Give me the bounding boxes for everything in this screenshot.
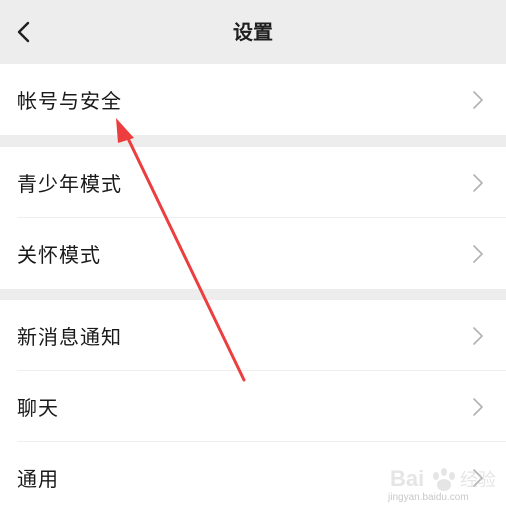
svg-text:Bai: Bai: [390, 466, 424, 491]
chevron-right-icon: [473, 244, 483, 263]
page-title: 设置: [233, 20, 273, 44]
settings-item-label: 通用: [17, 467, 59, 491]
settings-item-label: 青少年模式: [17, 172, 122, 196]
settings-item-notifications[interactable]: 新消息通知: [0, 300, 506, 371]
settings-item-label: 聊天: [17, 396, 59, 420]
settings-item-chat[interactable]: 聊天: [0, 371, 506, 442]
settings-item-account-security[interactable]: 帐号与安全: [0, 64, 506, 135]
chevron-right-icon: [473, 90, 483, 109]
settings-item-teen-mode[interactable]: 青少年模式: [0, 147, 506, 218]
svg-text:经验: 经验: [460, 470, 496, 491]
chevron-right-icon: [473, 326, 483, 345]
chevron-right-icon: [473, 397, 483, 416]
chevron-right-icon: [473, 173, 483, 192]
settings-item-label: 新消息通知: [17, 325, 122, 349]
settings-group-account: 帐号与安全: [0, 64, 506, 135]
settings-item-label: 帐号与安全: [17, 89, 122, 113]
header-bar: 设置: [0, 0, 506, 64]
watermark-url: jingyan.baidu.com: [388, 492, 469, 503]
settings-group-modes: 青少年模式 关怀模式: [0, 147, 506, 289]
settings-item-label: 关怀模式: [17, 243, 101, 267]
settings-item-care-mode[interactable]: 关怀模式: [0, 218, 506, 289]
